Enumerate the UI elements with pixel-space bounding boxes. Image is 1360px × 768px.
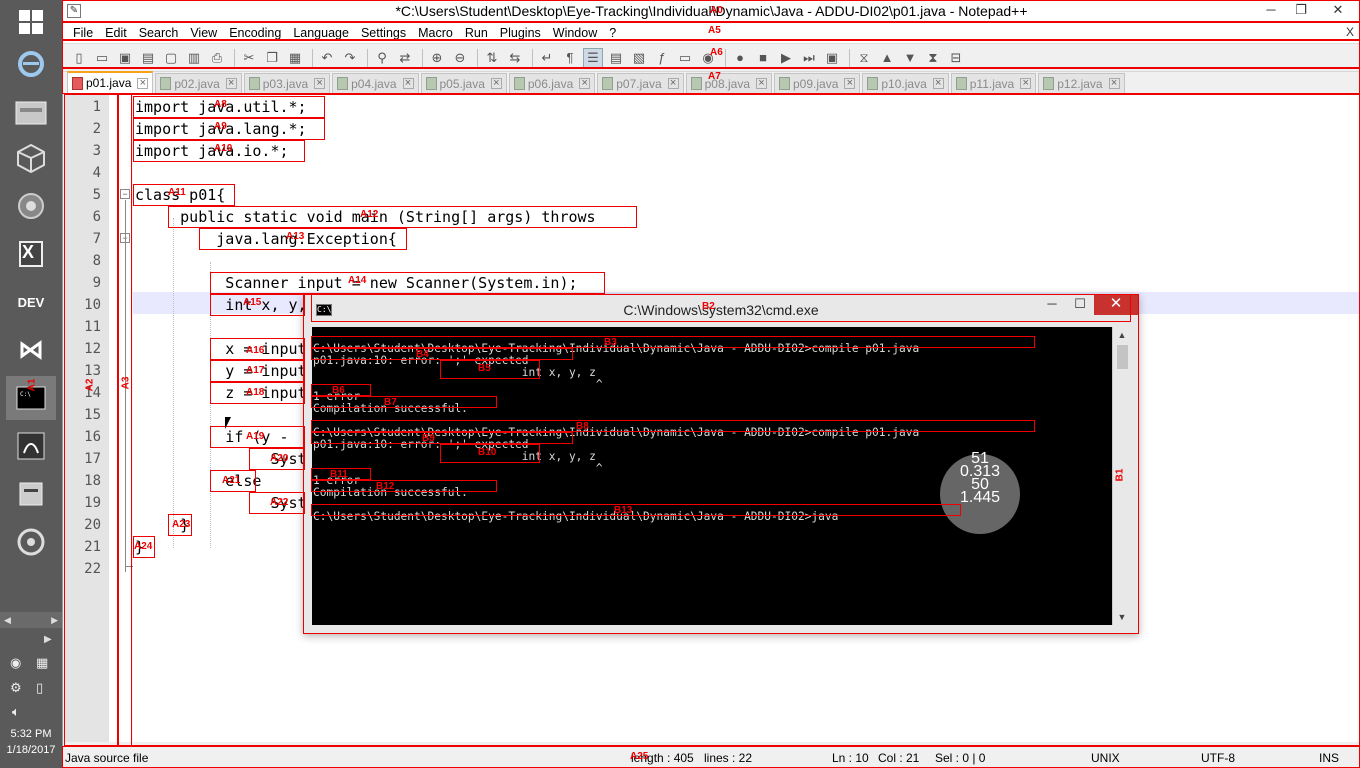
aoi-box: [311, 294, 1131, 322]
visual-studio-icon[interactable]: [6, 328, 56, 372]
aoi-label: B4: [416, 349, 429, 360]
clock-date: 1/18/2017: [6, 744, 56, 756]
aoi-label: B7: [384, 397, 397, 408]
aoi-label: A3: [120, 376, 132, 390]
aoi-label: A6: [710, 47, 723, 58]
aoi-label: B3: [604, 337, 617, 348]
help-circle-icon[interactable]: ◉: [10, 655, 21, 671]
taskbar-clock[interactable]: 5:32 PM 1/18/2017: [0, 726, 62, 758]
aoi-label: A2: [84, 378, 96, 392]
aoi-label: B13: [614, 505, 633, 516]
aoi-label: B1: [1114, 468, 1126, 482]
aoi-box: [311, 336, 1035, 348]
aoi-label: A7: [708, 71, 721, 82]
aoi-label: A0: [710, 5, 723, 16]
windows-logo-icon[interactable]: [6, 0, 56, 44]
mouse-cursor-icon: [225, 417, 231, 429]
volume-icon[interactable]: 🔈︎: [12, 704, 20, 720]
battery-icon[interactable]: ▯: [36, 680, 43, 696]
aoi-label: A25: [630, 751, 649, 762]
aoi-label: B2: [702, 301, 715, 312]
aoi-box: [311, 504, 961, 516]
svg-text:C:\: C:\: [20, 391, 31, 398]
excel-label: X: [22, 242, 35, 262]
aoi-box: [118, 94, 132, 746]
clock-time: 5:32 PM: [10, 728, 52, 740]
media-icon[interactable]: [6, 520, 56, 564]
aoi-label: B12: [376, 481, 395, 492]
dev-cpp-icon[interactable]: DEV: [6, 280, 56, 324]
virtualbox-icon[interactable]: [6, 136, 56, 180]
aoi-label: A1: [26, 378, 38, 392]
aoi-label: B9: [422, 433, 435, 444]
sync-icon[interactable]: ⚙: [10, 680, 22, 696]
scroll-right-icon[interactable]: ▶: [51, 615, 58, 626]
app-icon[interactable]: [6, 472, 56, 516]
aoi-box: [64, 94, 118, 746]
aoi-label: B10: [478, 447, 497, 458]
dev-cpp-label: DEV: [17, 294, 45, 310]
expand-arrow-icon[interactable]: ▶: [44, 634, 52, 645]
excel-icon[interactable]: X: [6, 232, 56, 276]
aoi-label: B5: [478, 363, 491, 374]
aoi-box: [311, 420, 1035, 432]
aoi-label: B8: [576, 421, 589, 432]
aoi-box: [62, 746, 1360, 768]
network-icon[interactable]: ▦: [36, 655, 48, 671]
browser-icon[interactable]: [6, 184, 56, 228]
aoi-box: [311, 480, 497, 492]
aoi-box: [311, 432, 573, 444]
aoi-label: A5: [708, 25, 721, 36]
scroll-left-icon[interactable]: ◀: [4, 615, 11, 626]
aoi-label: B6: [332, 385, 345, 396]
acrobat-icon[interactable]: [6, 424, 56, 468]
aoi-label: B11: [330, 469, 348, 480]
internet-explorer-icon[interactable]: [6, 42, 56, 86]
aoi-box: [311, 348, 573, 360]
aoi-box: [311, 396, 497, 408]
taskbar-scrollbar[interactable]: ◀ ▶: [0, 612, 62, 628]
file-explorer-icon[interactable]: [6, 90, 56, 134]
